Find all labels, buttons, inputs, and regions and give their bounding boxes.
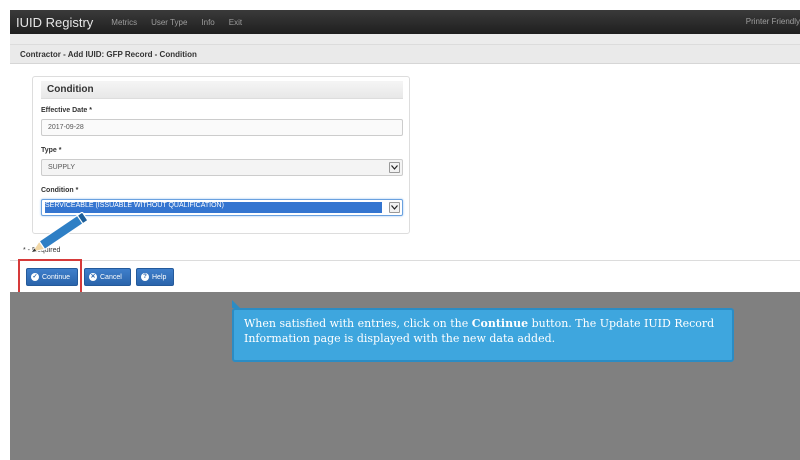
help-label: Help [152,273,167,281]
type-label: Type * [41,147,62,154]
chevron-down-icon[interactable] [389,202,400,213]
nav-item-info[interactable]: Info [201,18,214,27]
instruction-callout: When satisfied with entries, click on th… [232,308,734,362]
page-title: Contractor - Add IUID: GFP Record - Cond… [20,50,197,59]
cancel-label: Cancel [100,273,122,281]
left-edge [0,0,10,460]
help-button[interactable]: ? Help [136,268,174,286]
panel-title: Condition [47,84,94,95]
highlight-box [18,259,82,295]
main-content: Condition Effective Date * 2017-09-28 Ty… [10,64,800,295]
chevron-down-icon[interactable] [389,162,400,173]
effective-date-field[interactable]: 2017-09-28 [41,119,403,136]
pencil-pointer-icon [30,212,89,253]
page-header: Contractor - Add IUID: GFP Record - Cond… [10,44,800,64]
type-value: SUPPLY [48,164,76,171]
nav-item-metrics[interactable]: Metrics [111,18,137,27]
printer-friendly-link[interactable]: Printer Friendly [746,17,800,26]
nav-item-user-type[interactable]: User Type [151,18,187,27]
question-circle-icon: ? [141,273,149,281]
effective-date-label: Effective Date * [41,107,92,114]
type-select[interactable]: SUPPLY [41,159,403,176]
cancel-button[interactable]: ✕ Cancel [84,268,131,286]
effective-date-value: 2017-09-28 [48,124,84,131]
top-navbar: IUID Registry Metrics User Type Info Exi… [10,10,800,34]
callout-text-before: When satisfied with entries, click on th… [244,317,472,330]
condition-label: Condition * [41,187,79,194]
app-brand[interactable]: IUID Registry [16,15,93,30]
panel-heading: Condition [41,81,403,99]
callout-notch [232,300,240,308]
sub-strip [10,34,800,44]
condition-panel: Condition Effective Date * 2017-09-28 Ty… [32,76,410,234]
condition-value: SERVICEABLE (ISSUABLE WITHOUT QUALIFICAT… [45,202,224,209]
x-circle-icon: ✕ [89,273,97,281]
callout-bold: Continue [471,317,529,330]
nav-item-exit[interactable]: Exit [229,18,242,27]
